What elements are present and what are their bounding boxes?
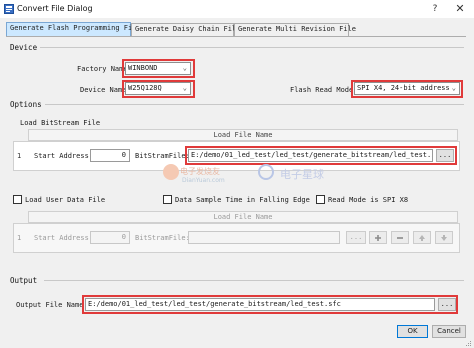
output-section-rule xyxy=(44,280,464,281)
tab-generate-multi-revision-file[interactable]: Generate Multi Revision File xyxy=(234,23,356,36)
load-user-data-checkbox[interactable] xyxy=(13,195,22,204)
user-bitstream-file-label: BitStramFile: xyxy=(135,234,190,242)
factory-name-label: Factory Name xyxy=(77,65,128,73)
options-section-title: Options xyxy=(10,100,42,109)
output-file-label: Output File Name: xyxy=(16,301,88,309)
start-address-input[interactable]: 0 xyxy=(90,149,130,162)
chevron-down-icon: ⌄ xyxy=(182,64,187,72)
factory-name-select[interactable]: WINBOND ⌄ xyxy=(125,62,191,75)
factory-name-value: WINBOND xyxy=(128,64,158,72)
watermark-planet-icon xyxy=(258,164,274,180)
load-bitstream-title: Load BitStream File xyxy=(20,119,101,127)
tab-generate-flash-programming-file[interactable]: Generate Flash Programming File xyxy=(6,22,141,36)
user-start-address-input[interactable]: 0 xyxy=(90,231,130,244)
data-sample-label: Data Sample Time in Falling Edge xyxy=(175,196,310,204)
add-row-button[interactable] xyxy=(369,231,387,244)
bitstream-file-label: BitStramFile: xyxy=(135,152,190,160)
device-name-label: Device Name xyxy=(80,86,127,94)
user-data-row-number: 1 xyxy=(17,234,22,242)
read-mode-checkbox[interactable] xyxy=(316,195,325,204)
move-up-button[interactable] xyxy=(413,231,431,244)
flash-read-mode-select[interactable]: SPI X4, 24-bit address ⌄ xyxy=(354,82,460,95)
bitstream-file-input[interactable]: E:/demo/01_led_test/led_test/generate_bi… xyxy=(188,149,433,162)
options-section-rule xyxy=(45,104,464,105)
tab-panel-divider xyxy=(6,36,466,37)
load-user-data-label: Load User Data File xyxy=(25,196,106,204)
remove-row-button[interactable] xyxy=(391,231,409,244)
user-browse-button[interactable]: ... xyxy=(346,231,366,244)
watermark-left-site: DianYuan.com xyxy=(182,177,225,184)
close-button[interactable]: ✕ xyxy=(446,0,474,18)
device-name-select[interactable]: W25Q128Q ⌄ xyxy=(125,82,191,95)
bitstream-row-number: 1 xyxy=(17,152,22,160)
title-bar: Convert File Dialog ? ✕ xyxy=(0,0,474,18)
watermark-logo-icon xyxy=(163,164,179,180)
device-name-value: W25Q128Q xyxy=(128,84,162,92)
resize-grip-icon[interactable] xyxy=(464,340,472,347)
app-icon xyxy=(4,4,14,14)
chevron-down-icon: ⌄ xyxy=(182,84,187,92)
arrow-up-icon xyxy=(419,235,425,241)
window-title: Convert File Dialog xyxy=(17,4,93,13)
cancel-button[interactable]: Cancel xyxy=(432,325,466,338)
flash-read-mode-label: Flash Read Mode xyxy=(290,86,354,94)
data-sample-checkbox[interactable] xyxy=(163,195,172,204)
start-address-label: Start Address: xyxy=(34,152,94,160)
user-data-table-header: Load File Name xyxy=(28,211,458,223)
minus-icon xyxy=(397,237,403,239)
output-browse-button[interactable]: ... xyxy=(438,298,456,311)
bitstream-table-header: Load File Name xyxy=(28,129,458,141)
chevron-down-icon: ⌄ xyxy=(451,84,456,92)
user-start-address-label: Start Address: xyxy=(34,234,94,242)
ok-button[interactable]: OK xyxy=(397,325,428,338)
output-file-input[interactable]: E:/demo/01_led_test/led_test/generate_bi… xyxy=(85,298,435,311)
watermark-right-text: 电子星球 xyxy=(280,168,324,181)
tab-generate-daisy-chain-file[interactable]: Generate Daisy Chain File xyxy=(131,23,240,36)
user-bitstream-file-input[interactable] xyxy=(188,231,340,244)
move-down-button[interactable] xyxy=(435,231,453,244)
watermark-left-badge: 电子发烧友 xyxy=(180,167,220,176)
device-section-title: Device xyxy=(10,43,38,52)
help-button[interactable]: ? xyxy=(426,0,444,18)
bitstream-browse-button[interactable]: ... xyxy=(436,149,454,162)
output-section-title: Output xyxy=(10,276,38,285)
read-mode-label: Read Mode is SPI X8 xyxy=(328,196,409,204)
flash-read-mode-value: SPI X4, 24-bit address xyxy=(357,84,450,92)
device-section-rule xyxy=(40,47,464,48)
arrow-down-icon xyxy=(441,235,447,241)
plus-icon xyxy=(375,235,381,241)
